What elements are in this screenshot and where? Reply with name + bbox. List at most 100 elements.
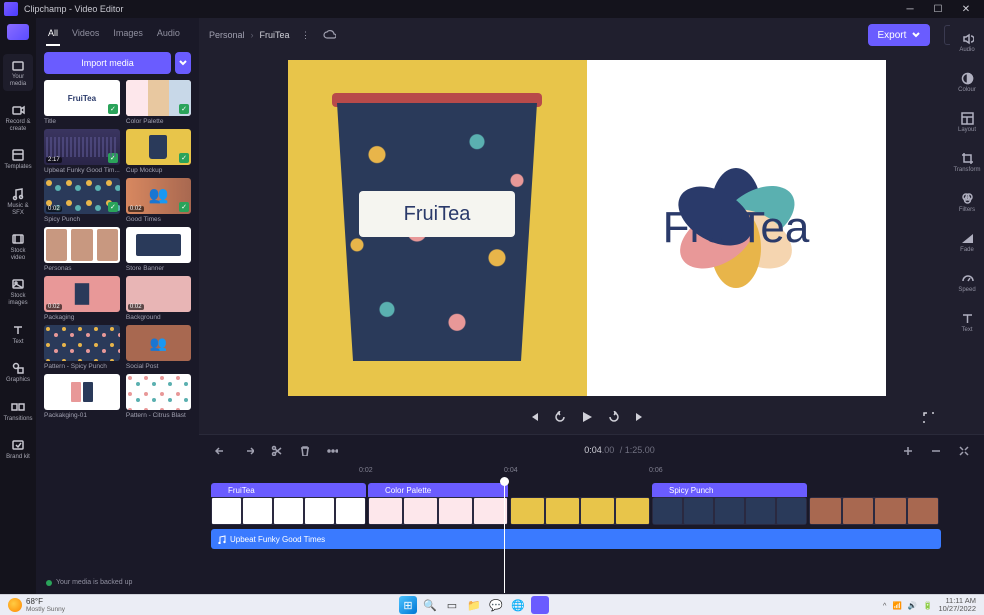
tool-layout[interactable]: Layout bbox=[953, 104, 981, 140]
taskbar-task-view[interactable]: ▭ bbox=[443, 596, 461, 614]
tab-videos[interactable]: Videos bbox=[70, 24, 101, 46]
speaker-icon bbox=[961, 32, 974, 45]
maximize-button[interactable]: ☐ bbox=[924, 0, 952, 18]
rail-text[interactable]: Text bbox=[3, 319, 33, 350]
media-item[interactable]: Social Post bbox=[126, 325, 191, 370]
rail-music[interactable]: Music & SFX bbox=[3, 183, 33, 220]
taskbar-search[interactable]: 🔍 bbox=[421, 596, 439, 614]
media-item[interactable]: Packakging-01 bbox=[44, 374, 120, 419]
forward-button[interactable] bbox=[608, 410, 620, 428]
tool-speed[interactable]: Speed bbox=[953, 264, 981, 300]
taskbar-weather[interactable]: 68°F Mostly Sunny bbox=[8, 597, 65, 613]
taskbar-clipchamp[interactable] bbox=[531, 596, 549, 614]
import-media-dropdown[interactable] bbox=[175, 52, 191, 74]
redo-button[interactable] bbox=[239, 441, 257, 459]
media-item[interactable]: 0:02Spicy Punch bbox=[44, 178, 120, 223]
preview-canvas[interactable]: FruiTea FruiTea bbox=[288, 60, 886, 396]
media-item[interactable]: Pattern - Spicy Punch bbox=[44, 325, 120, 370]
camera-icon bbox=[11, 103, 25, 117]
brand-icon bbox=[11, 438, 25, 452]
clip-label[interactable]: FruiTea bbox=[211, 483, 366, 497]
media-item[interactable]: 0:02Background bbox=[126, 276, 191, 321]
add-track-button[interactable] bbox=[898, 441, 916, 459]
rail-graphics[interactable]: Graphics bbox=[3, 357, 33, 388]
import-media-button[interactable]: Import media bbox=[44, 52, 171, 74]
tool-fade[interactable]: Fade bbox=[953, 224, 981, 260]
rewind-button[interactable] bbox=[554, 410, 566, 428]
start-button[interactable]: ⊞ bbox=[399, 596, 417, 614]
tab-audio[interactable]: Audio bbox=[155, 24, 182, 46]
undo-button[interactable] bbox=[211, 441, 229, 459]
fullscreen-button[interactable] bbox=[922, 410, 934, 428]
media-panel: All Videos Images Audio Import media Fru… bbox=[36, 18, 199, 594]
tool-text[interactable]: Text bbox=[953, 304, 981, 340]
film-icon bbox=[11, 232, 25, 246]
tool-filters[interactable]: Filters bbox=[953, 184, 981, 220]
tray-chevron-icon[interactable]: ^ bbox=[883, 601, 887, 610]
fit-timeline-button[interactable] bbox=[954, 441, 972, 459]
skip-start-button[interactable] bbox=[528, 410, 540, 428]
app-icon bbox=[4, 2, 18, 16]
media-item[interactable]: Color Palette bbox=[126, 80, 191, 125]
tool-colour[interactable]: Colour bbox=[953, 64, 981, 100]
remove-track-button[interactable] bbox=[926, 441, 944, 459]
breadcrumb: Personal › FruiTea bbox=[209, 30, 290, 40]
taskbar-edge[interactable]: 🌐 bbox=[509, 596, 527, 614]
taskbar-explorer[interactable]: 📁 bbox=[465, 596, 483, 614]
video-clip[interactable] bbox=[510, 497, 650, 525]
rail-templates[interactable]: Templates bbox=[3, 144, 33, 175]
media-item[interactable]: FruiTeaTitle bbox=[44, 80, 120, 125]
media-item[interactable]: 0:02Packaging bbox=[44, 276, 120, 321]
audio-clip[interactable]: Upbeat Funky Good Times bbox=[211, 529, 941, 549]
rail-brand-kit[interactable]: Brand kit bbox=[3, 434, 33, 465]
volume-icon[interactable]: 🔊 bbox=[908, 601, 917, 610]
logo-graphic: FruiTea bbox=[636, 148, 836, 308]
wifi-icon[interactable]: 📶 bbox=[892, 601, 901, 610]
media-item[interactable]: Pattern - Citrus Blast bbox=[126, 374, 191, 419]
more-button[interactable] bbox=[323, 441, 341, 459]
playhead[interactable] bbox=[504, 481, 505, 593]
rail-stock-video[interactable]: Stock video bbox=[3, 228, 33, 265]
overflow-menu-button[interactable]: ⋮ bbox=[298, 27, 314, 43]
timeline-tracks[interactable]: FruiTea Color Palette Spicy Punch Upbeat… bbox=[199, 481, 984, 593]
breadcrumb-current[interactable]: FruiTea bbox=[260, 30, 290, 40]
skip-end-button[interactable] bbox=[634, 410, 646, 428]
left-nav-rail: Your media Record & create Templates Mus… bbox=[0, 18, 36, 594]
taskbar-clock[interactable]: 11:11 AM 10/27/2022 bbox=[938, 597, 976, 614]
split-button[interactable] bbox=[267, 441, 285, 459]
battery-icon[interactable]: 🔋 bbox=[923, 601, 932, 610]
export-button[interactable]: Export bbox=[868, 24, 931, 46]
taskbar-tray[interactable]: ^ 📶 🔊 🔋 11:11 AM 10/27/2022 bbox=[883, 597, 976, 614]
media-item[interactable]: 0:02Good Times bbox=[126, 178, 191, 223]
taskbar-chat[interactable]: 💬 bbox=[487, 596, 505, 614]
play-button[interactable] bbox=[580, 410, 594, 429]
timeline-ruler[interactable]: 0:02 0:04 0:06 bbox=[199, 465, 984, 481]
clip-label[interactable]: Color Palette bbox=[368, 483, 508, 497]
tool-audio[interactable]: Audio bbox=[953, 24, 981, 60]
video-clip[interactable] bbox=[211, 497, 366, 525]
video-clip[interactable] bbox=[368, 497, 508, 525]
tool-transform[interactable]: Transform bbox=[953, 144, 981, 180]
breadcrumb-parent[interactable]: Personal bbox=[209, 30, 245, 40]
media-item[interactable]: 2:17Upbeat Funky Good Tim... bbox=[44, 129, 120, 174]
media-item[interactable]: Store Banner bbox=[126, 227, 191, 272]
delete-button[interactable] bbox=[295, 441, 313, 459]
minimize-button[interactable]: ─ bbox=[896, 0, 924, 18]
rail-stock-images[interactable]: Stock images bbox=[3, 273, 33, 310]
tab-all[interactable]: All bbox=[46, 24, 60, 46]
rail-transitions[interactable]: Transitions bbox=[3, 396, 33, 427]
rail-your-media[interactable]: Your media bbox=[3, 54, 33, 91]
tab-images[interactable]: Images bbox=[111, 24, 145, 46]
windows-taskbar[interactable]: 68°F Mostly Sunny ⊞ 🔍 ▭ 📁 💬 🌐 ^ 📶 🔊 🔋 11… bbox=[0, 594, 984, 615]
clip-label[interactable]: Spicy Punch bbox=[652, 483, 807, 497]
media-item[interactable]: Cup Mockup bbox=[126, 129, 191, 174]
cloud-icon bbox=[323, 29, 336, 42]
shapes-icon bbox=[11, 361, 25, 375]
folder-icon bbox=[11, 58, 25, 72]
close-button[interactable]: ✕ bbox=[952, 0, 980, 18]
media-item[interactable]: Personas bbox=[44, 227, 120, 272]
video-clip[interactable] bbox=[809, 497, 939, 525]
cloud-sync-icon[interactable] bbox=[322, 27, 338, 43]
rail-record[interactable]: Record & create bbox=[3, 99, 33, 136]
video-clip[interactable] bbox=[652, 497, 807, 525]
